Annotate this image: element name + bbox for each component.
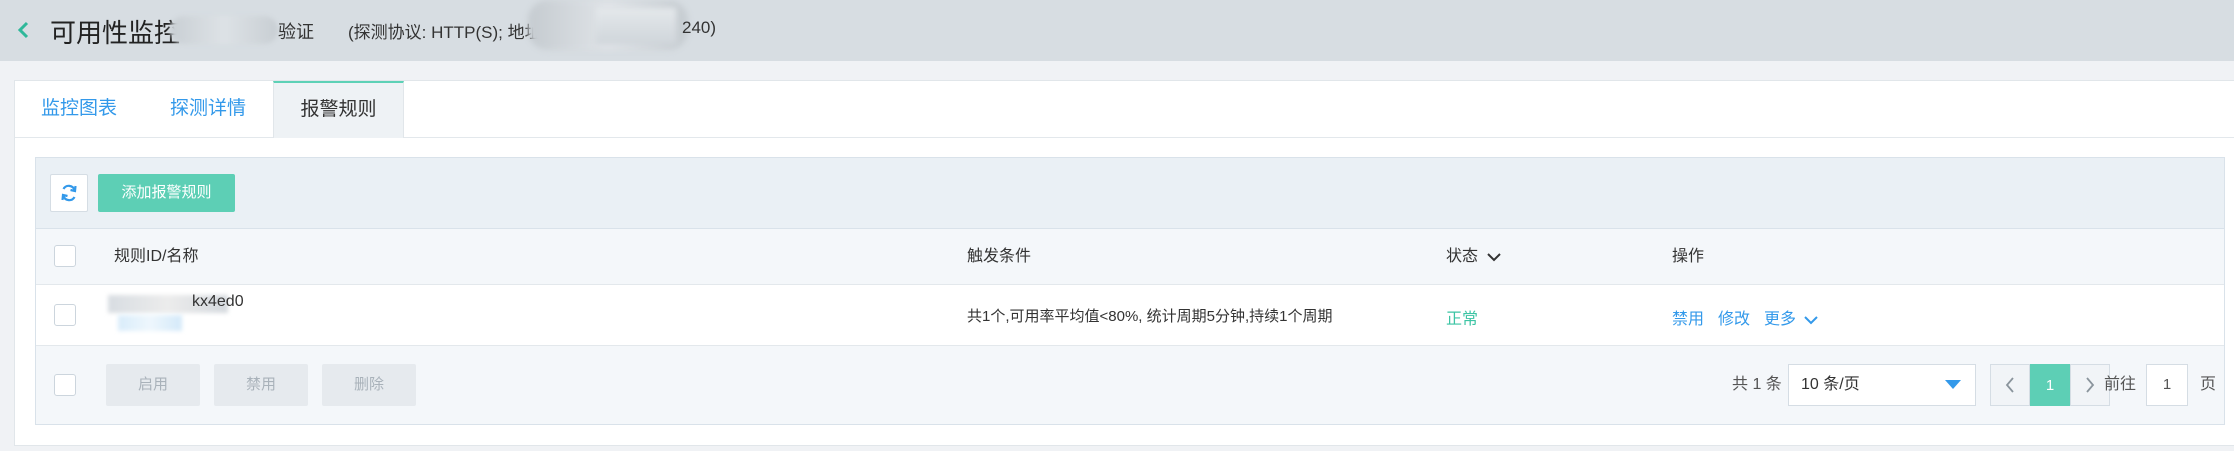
alarm-rules-grid: 添加报警规则 规则ID/名称 触发条件 状态 操作 kx4ed0 共1个,可用率…: [35, 157, 2225, 425]
select-all-checkbox[interactable]: [54, 245, 76, 267]
bulk-disable-button[interactable]: 禁用: [214, 364, 308, 406]
row-checkbox[interactable]: [54, 304, 76, 326]
bulk-delete-button[interactable]: 删除: [322, 364, 416, 406]
table-header: 规则ID/名称 触发条件 状态 操作: [36, 229, 2224, 285]
refresh-icon: [61, 184, 77, 202]
probe-meta: (探测协议: HTTP(S); 地址: [348, 23, 542, 42]
more-label: 更多: [1764, 311, 1797, 328]
goto-label: 前往: [2104, 376, 2137, 393]
chevron-down-icon: [1804, 316, 1819, 325]
tab-bar: 监控图表 探测详情 报警规则: [15, 81, 2234, 138]
grid-toolbar: 添加报警规则: [36, 158, 2224, 229]
rule-id-suffix: kx4ed0: [192, 293, 244, 310]
col-status[interactable]: 状态: [1446, 229, 1502, 284]
page-number-current[interactable]: 1: [2030, 364, 2070, 406]
bulk-enable-button[interactable]: 启用: [106, 364, 200, 406]
page-title: 可用性监控: [50, 18, 181, 48]
trigger-condition: 共1个,可用率平均值<80%, 统计周期5分钟,持续1个周期: [967, 308, 1333, 325]
refresh-button[interactable]: [50, 174, 88, 212]
col-status-label: 状态: [1446, 248, 1479, 265]
main-panel: 监控图表 探测详情 报警规则 添加报警规则 规则ID/名称 触发条件 状态 操作…: [14, 80, 2234, 446]
page-size-value: 10 条/页: [1801, 376, 1860, 393]
chevron-right-icon: [2086, 377, 2095, 393]
footer-select-checkbox[interactable]: [54, 374, 76, 396]
page-header: 可用性监控 验证 (探测协议: HTTP(S); 地址 240): [0, 0, 2234, 61]
redacted-address-detail: [596, 8, 676, 44]
prev-page-button[interactable]: [1990, 364, 2030, 406]
status-badge: 正常: [1446, 311, 1479, 328]
add-alarm-rule-button[interactable]: 添加报警规则: [98, 174, 235, 212]
chevron-down-icon: [1487, 253, 1502, 262]
more-dropdown[interactable]: 更多: [1764, 305, 1819, 329]
table-footer: 启用 禁用 删除 共 1 条 10 条/页 1 前往 1 页: [36, 346, 2224, 424]
tab-alarm-rules[interactable]: 报警规则: [273, 81, 404, 138]
page-size-select[interactable]: 10 条/页: [1788, 364, 1976, 406]
page-unit-label: 页: [2200, 376, 2217, 393]
goto-page-input[interactable]: 1: [2146, 364, 2188, 406]
col-condition: 触发条件: [967, 248, 1032, 265]
redacted-name: [170, 16, 278, 44]
col-rule-id: 规则ID/名称: [114, 248, 199, 265]
edit-link[interactable]: 修改: [1718, 305, 1750, 329]
disable-link[interactable]: 禁用: [1672, 305, 1704, 329]
title-suffix: 验证: [278, 22, 314, 42]
tab-probe-detail[interactable]: 探测详情: [170, 81, 246, 137]
probe-meta-tail: 240): [682, 18, 717, 37]
total-count: 共 1 条: [1732, 376, 1782, 393]
tab-monitor-chart[interactable]: 监控图表: [41, 81, 117, 137]
back-arrow-icon[interactable]: [14, 18, 34, 42]
table-row: kx4ed0 共1个,可用率平均值<80%, 统计周期5分钟,持续1个周期 正常…: [36, 285, 2224, 346]
chevron-left-icon: [2005, 377, 2014, 393]
col-actions: 操作: [1672, 248, 1705, 265]
caret-down-icon: [1945, 380, 1961, 389]
redacted-rule-name: [118, 315, 182, 331]
